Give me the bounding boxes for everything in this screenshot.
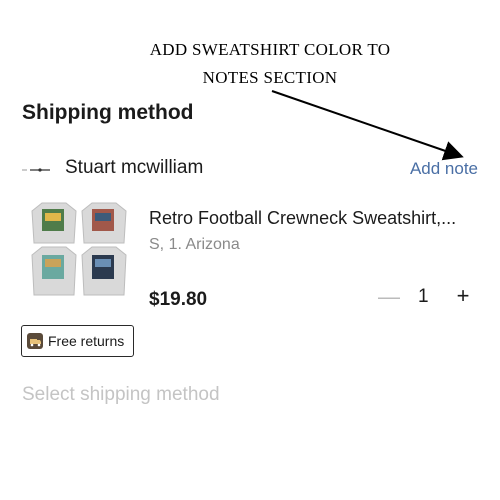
seller-row: Stuart mcwilliam Add note xyxy=(22,156,482,184)
product-variant: S, 1. Arizona xyxy=(149,236,240,253)
annotation-text-line1: ADD SWEATSHIRT COLOR TO xyxy=(149,40,391,59)
sweatshirt-image-2 xyxy=(81,202,127,244)
quantity-value: 1 xyxy=(418,286,429,307)
sweatshirt-image-1 xyxy=(31,202,77,244)
seller-avatar xyxy=(22,168,50,172)
product-price: $19.80 xyxy=(149,289,208,310)
select-shipping-method[interactable]: Select shipping method xyxy=(22,384,220,406)
free-returns-badge: Free returns xyxy=(21,325,134,357)
returns-truck-icon xyxy=(27,333,43,349)
quantity-increase-button[interactable]: + xyxy=(452,283,474,309)
quantity-decrease-button[interactable]: — xyxy=(378,284,400,310)
annotation-text-line2: NOTES SECTION xyxy=(202,68,338,87)
sweatshirt-image-4 xyxy=(81,246,127,296)
seller-name: Stuart mcwilliam xyxy=(65,157,204,178)
shipping-method-heading: Shipping method xyxy=(22,101,194,124)
sweatshirt-image-3 xyxy=(31,246,77,296)
product-title[interactable]: Retro Football Crewneck Sweatshirt,... xyxy=(149,208,456,229)
add-note-link[interactable]: Add note xyxy=(410,159,478,179)
free-returns-label: Free returns xyxy=(48,333,125,349)
product-thumbnail[interactable] xyxy=(28,199,130,299)
